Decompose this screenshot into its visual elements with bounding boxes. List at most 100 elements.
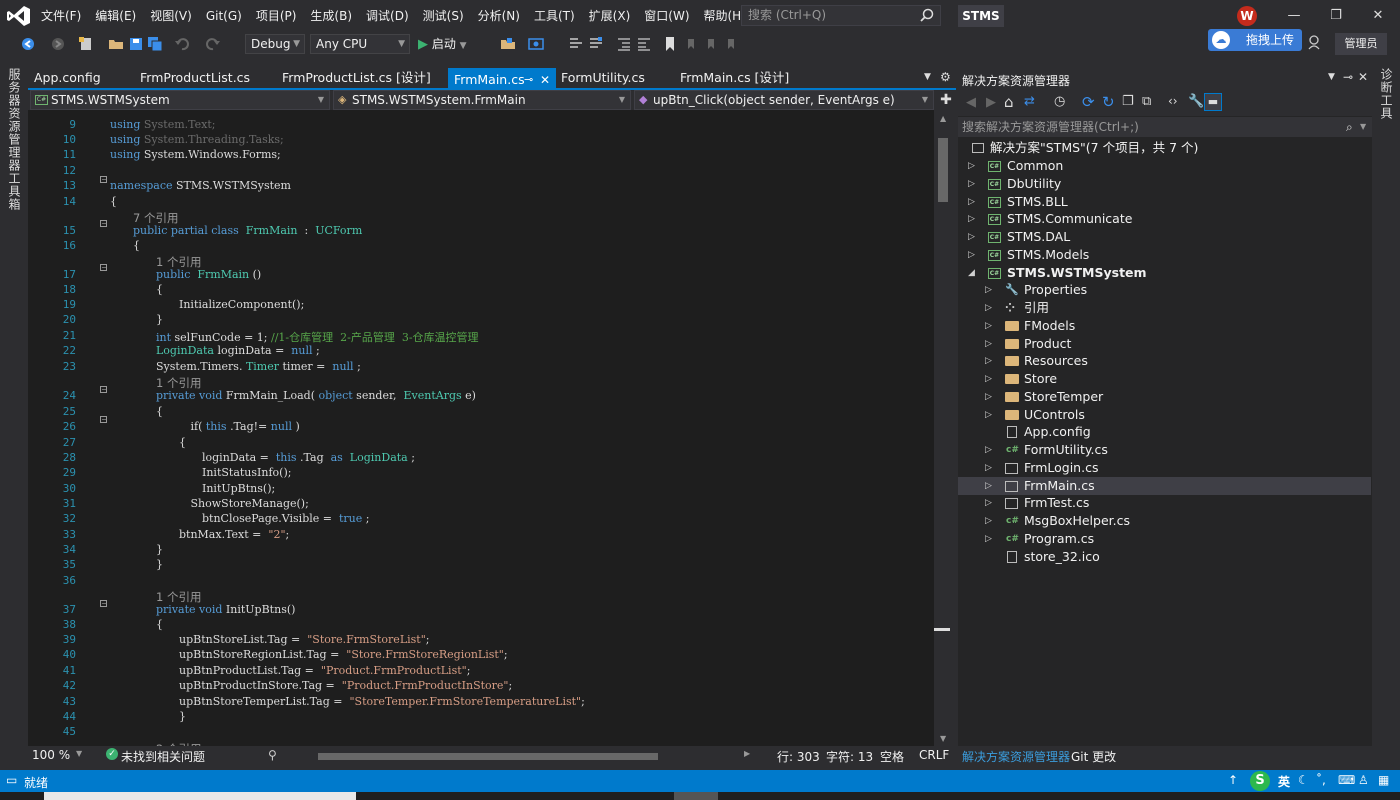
close-tab-icon[interactable]: ✕ bbox=[540, 70, 550, 90]
project-nav-dropdown[interactable]: C# STMS.WSTMSystem ▼ bbox=[30, 90, 330, 110]
screenshot-icon[interactable] bbox=[528, 36, 544, 52]
menu-build[interactable]: 生成(B) bbox=[303, 0, 359, 32]
solution-search-input[interactable]: 搜索解决方案资源管理器(Ctrl+;) ⌕ ▼ bbox=[958, 117, 1372, 137]
diagnostic-tools-tab[interactable]: 诊断工具 bbox=[1378, 68, 1395, 120]
close-window-button[interactable]: ✕ bbox=[1360, 0, 1396, 32]
collapsed-arrow-icon[interactable]: ▷ bbox=[985, 335, 993, 353]
whitespace-indicator[interactable]: 空格 bbox=[880, 748, 904, 765]
collapsed-arrow-icon[interactable]: ▷ bbox=[985, 512, 993, 530]
collapsed-arrow-icon[interactable]: ▷ bbox=[985, 406, 993, 424]
browse-folder-icon[interactable] bbox=[500, 36, 516, 52]
collapsed-arrow-icon[interactable]: ▷ bbox=[985, 352, 993, 370]
collapsed-arrow-icon[interactable]: ▷ bbox=[968, 157, 976, 175]
user-avatar[interactable]: W bbox=[1237, 6, 1257, 26]
bookmark-icon[interactable] bbox=[662, 36, 678, 52]
menu-tools[interactable]: 工具(T) bbox=[527, 0, 582, 32]
sync-icon[interactable]: ⟳ bbox=[1082, 93, 1095, 111]
chevron-down-icon[interactable]: ▼ bbox=[1360, 117, 1366, 137]
gear-icon[interactable]: ⚙ bbox=[940, 70, 951, 84]
step-into-icon[interactable] bbox=[568, 36, 584, 52]
collapse-toggle-icon[interactable]: − bbox=[100, 386, 108, 394]
home-icon[interactable]: ⌂ bbox=[1004, 93, 1014, 111]
refresh-icon[interactable]: ↻ bbox=[1102, 93, 1115, 111]
platform-dropdown[interactable]: Any CPU ▼ bbox=[310, 34, 410, 54]
keyboard-icon[interactable]: ⌨ bbox=[1338, 773, 1355, 787]
menu-git[interactable]: Git(G) bbox=[199, 0, 249, 32]
scroll-right-icon[interactable]: ▶ bbox=[744, 749, 750, 758]
collapsed-arrow-icon[interactable]: ▷ bbox=[968, 246, 976, 264]
save-icon[interactable] bbox=[128, 36, 144, 52]
next-bookmark-icon[interactable] bbox=[704, 36, 720, 52]
outdent-icon[interactable] bbox=[636, 36, 652, 52]
line-indicator[interactable]: 行: 303 bbox=[777, 748, 820, 765]
class-nav-dropdown[interactable]: ◈ STMS.WSTMSystem.FrmMain ▼ bbox=[333, 90, 631, 110]
scroll-up-icon[interactable]: ▲ bbox=[940, 114, 946, 123]
collapsed-arrow-icon[interactable]: ▷ bbox=[985, 459, 993, 477]
properties-wrench-icon[interactable]: 🔧 bbox=[1188, 94, 1204, 109]
moon-icon[interactable]: ☾ bbox=[1298, 773, 1309, 787]
back-arrow-icon[interactable] bbox=[20, 36, 36, 52]
menu-extensions[interactable]: 扩展(X) bbox=[582, 0, 638, 32]
git-branch-icon[interactable]: ⚲ bbox=[268, 748, 277, 762]
line-ending-indicator[interactable]: CRLF bbox=[919, 748, 949, 762]
show-all-files-icon[interactable]: ⧉ bbox=[1142, 94, 1151, 109]
arrow-up-icon[interactable]: ↑ bbox=[1228, 773, 1238, 787]
indent-icon[interactable] bbox=[616, 36, 632, 52]
collapsed-arrow-icon[interactable]: ▷ bbox=[985, 388, 993, 406]
tab-app-config[interactable]: App.config bbox=[34, 68, 101, 88]
code-editor[interactable]: 9 using System.Text; 10 using System.Thread… bbox=[28, 110, 934, 746]
collapsed-arrow-icon[interactable]: ▷ bbox=[985, 477, 993, 495]
pin-icon[interactable]: ⊸ bbox=[1343, 70, 1353, 84]
upload-button[interactable]: ☁ 拖拽上传 bbox=[1208, 29, 1302, 51]
switch-views-icon[interactable]: ⇄ bbox=[1024, 94, 1035, 109]
menu-window[interactable]: 窗口(W) bbox=[637, 0, 696, 32]
collapse-toggle-icon[interactable]: − bbox=[100, 220, 108, 228]
collapsed-arrow-icon[interactable]: ▷ bbox=[985, 281, 993, 299]
tab-formutility-cs[interactable]: FormUtility.cs bbox=[561, 68, 645, 88]
split-editor-icon[interactable]: ✚ bbox=[937, 90, 955, 110]
pin-icon[interactable]: ⊸ bbox=[524, 70, 533, 90]
clear-bookmarks-icon[interactable] bbox=[724, 36, 740, 52]
grid-icon[interactable]: ▦ bbox=[1378, 773, 1389, 787]
collapsed-arrow-icon[interactable]: ▷ bbox=[985, 441, 993, 459]
collapse-all-icon[interactable]: ❐ bbox=[1122, 94, 1134, 109]
collapsed-arrow-icon[interactable]: ▷ bbox=[985, 494, 993, 512]
char-indicator[interactable]: 字符: 13 bbox=[826, 748, 873, 765]
ime-mode[interactable]: 英 bbox=[1278, 773, 1290, 790]
history-icon[interactable]: ◷ bbox=[1054, 94, 1065, 109]
collapsed-arrow-icon[interactable]: ▷ bbox=[968, 210, 976, 228]
sogou-ime-icon[interactable]: S bbox=[1250, 771, 1270, 791]
tab-frmproductlist-cs[interactable]: FrmProductList.cs bbox=[140, 68, 250, 88]
tab-solution-explorer[interactable]: 解决方案资源管理器 bbox=[962, 748, 1070, 765]
collapsed-arrow-icon[interactable]: ▷ bbox=[968, 228, 976, 246]
taskbar-button[interactable] bbox=[674, 792, 718, 800]
minimize-button[interactable]: — bbox=[1276, 0, 1312, 32]
scroll-thumb[interactable] bbox=[938, 138, 948, 202]
close-panel-icon[interactable]: ✕ bbox=[1358, 70, 1368, 84]
collapsed-arrow-icon[interactable]: ▷ bbox=[968, 193, 976, 211]
collapsed-arrow-icon[interactable]: ▷ bbox=[985, 299, 993, 317]
menu-edit[interactable]: 编辑(E) bbox=[88, 0, 143, 32]
menu-project[interactable]: 项目(P) bbox=[249, 0, 304, 32]
zoom-level[interactable]: 100 % bbox=[32, 748, 70, 762]
server-explorer-tab[interactable]: 服务器资源管理器 bbox=[6, 68, 23, 172]
editor-vertical-scrollbar[interactable]: ▲ ▼ bbox=[934, 110, 956, 746]
chevron-down-icon[interactable]: ▼ bbox=[1328, 72, 1335, 82]
user-icon[interactable]: ♙ bbox=[1358, 773, 1369, 787]
collapsed-arrow-icon[interactable]: ▷ bbox=[985, 530, 993, 548]
collapse-toggle-icon[interactable]: − bbox=[100, 600, 108, 608]
open-folder-icon[interactable] bbox=[108, 36, 124, 52]
view-code-icon[interactable]: ‹› bbox=[1168, 94, 1178, 108]
feedback-icon[interactable] bbox=[1306, 34, 1322, 50]
collapsed-arrow-icon[interactable]: ▷ bbox=[985, 317, 993, 335]
collapse-toggle-icon[interactable]: − bbox=[100, 176, 108, 184]
collapsed-arrow-icon[interactable]: ▷ bbox=[985, 370, 993, 388]
tab-git-changes[interactable]: Git 更改 bbox=[1071, 748, 1116, 765]
step-over-icon[interactable] bbox=[588, 36, 604, 52]
menu-test[interactable]: 测试(S) bbox=[416, 0, 471, 32]
tab-frmmain-cs[interactable]: FrmMain.cs ⊸ ✕ bbox=[448, 68, 556, 90]
chevron-down-icon[interactable]: ▼ bbox=[76, 749, 82, 758]
menu-analyze[interactable]: 分析(N) bbox=[471, 0, 527, 32]
redo-icon[interactable] bbox=[205, 36, 221, 52]
output-icon[interactable]: ▭ bbox=[6, 773, 17, 787]
